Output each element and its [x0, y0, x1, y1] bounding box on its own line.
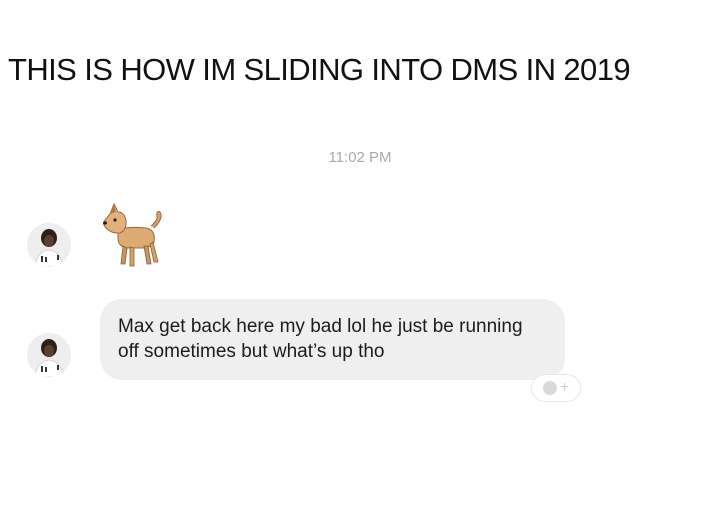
dog-emoji-message[interactable]	[96, 200, 168, 277]
add-reaction-icon	[542, 381, 557, 395]
message-text: Max get back here my bad lol he just be …	[118, 316, 523, 362]
sender-avatar[interactable]	[27, 333, 71, 377]
meme-caption: THIS IS HOW IM SLIDING INTO DMS IN 2019	[8, 52, 631, 87]
dog-emoji-icon	[103, 202, 162, 267]
sender-avatar[interactable]	[27, 223, 71, 267]
add-reaction-plus: +	[559, 379, 570, 396]
message-timestamp: 11:02 PM	[328, 149, 392, 166]
message-bubble[interactable]: Max get back here my bad lol he just be …	[100, 299, 565, 380]
add-reaction-button[interactable]: +	[531, 374, 581, 402]
